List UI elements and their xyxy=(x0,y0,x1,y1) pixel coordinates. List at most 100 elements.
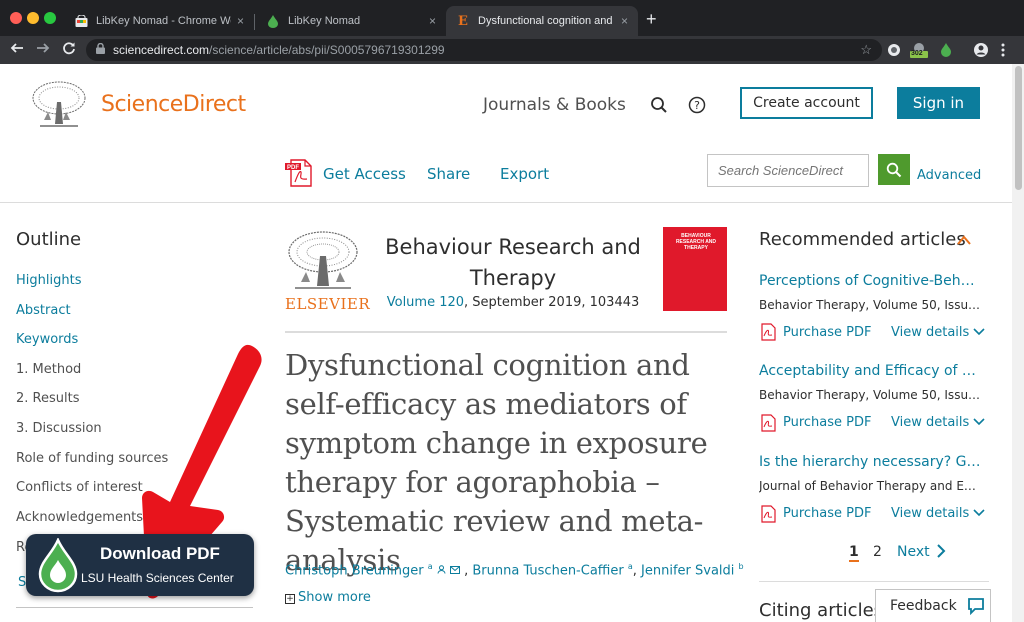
outline-item-results[interactable]: 2. Results xyxy=(16,391,79,406)
address-bar[interactable]: sciencedirect.com /science/article/abs/p… xyxy=(86,39,882,61)
libkey-extension-icon[interactable] xyxy=(938,42,954,58)
browser-menu-icon[interactable] xyxy=(1000,42,1008,58)
browser-tab-libkey-nomad[interactable]: LibKey Nomad × xyxy=(256,6,446,36)
browser-tab-sciencedirect-article[interactable]: E Dysfunctional cognition and sel × xyxy=(446,6,638,36)
view-details-link[interactable]: View details xyxy=(891,325,986,340)
elsevier-tree-logo-icon[interactable] xyxy=(30,80,88,130)
outline-item-method[interactable]: 1. Method xyxy=(16,362,81,377)
outline-item-discussion[interactable]: 3. Discussion xyxy=(16,421,102,436)
citing-articles-heading[interactable]: Citing articles xyxy=(759,600,883,621)
close-tab-icon[interactable]: × xyxy=(621,14,628,28)
recommended-article-link[interactable]: Acceptability and Efficacy of Gr... xyxy=(759,363,981,379)
email-icon[interactable] xyxy=(449,563,464,578)
author-link[interactable]: Christoph Breuninger xyxy=(285,563,424,578)
journal-cover-image[interactable]: BEHAVIOUR RESEARCH AND THERAPY xyxy=(663,227,727,311)
pagination-page-1[interactable]: 1 xyxy=(849,544,859,562)
search-submit-button[interactable] xyxy=(878,154,910,185)
close-tab-icon[interactable]: × xyxy=(237,14,244,28)
outline-item-keywords[interactable]: Keywords xyxy=(16,332,78,347)
profile-avatar-icon[interactable] xyxy=(973,42,989,58)
page-scrollbar[interactable] xyxy=(1012,64,1024,622)
svg-text:PDF: PDF xyxy=(287,165,299,171)
extension-badge-icon[interactable]: 302 xyxy=(909,42,929,58)
outline-divider xyxy=(16,607,253,608)
pdf-file-icon xyxy=(761,505,776,523)
export-link[interactable]: Export xyxy=(500,165,549,183)
article-title: Dysfunctional cognition and self-efficac… xyxy=(285,348,708,577)
volume-link[interactable]: Volume 120 xyxy=(387,295,464,310)
show-more-button[interactable]: + Show more xyxy=(285,590,371,605)
view-details-label: View details xyxy=(891,415,970,430)
url-host: sciencedirect.com xyxy=(113,43,210,57)
create-account-button[interactable]: Create account xyxy=(740,87,873,119)
sciencedirect-brand[interactable]: ScienceDirect xyxy=(101,92,246,117)
author-link[interactable]: Brunna Tuschen-Caffier xyxy=(472,563,623,578)
view-details-link[interactable]: View details xyxy=(891,506,986,521)
bookmark-star-icon[interactable]: ☆ xyxy=(860,42,872,58)
new-tab-button[interactable]: + xyxy=(646,9,657,30)
tab-title: LibKey Nomad - Chrome Web S xyxy=(96,15,231,27)
view-details-link[interactable]: View details xyxy=(891,415,986,430)
minimize-window-button[interactable] xyxy=(27,12,39,24)
browser-toolbar: sciencedirect.com /science/article/abs/p… xyxy=(0,36,1024,64)
pagination-next-button[interactable]: Next xyxy=(897,544,946,560)
maximize-window-button[interactable] xyxy=(44,12,56,24)
author-link[interactable]: Jennifer Svaldi xyxy=(641,563,734,578)
person-icon[interactable] xyxy=(437,563,450,578)
search-icon[interactable] xyxy=(650,96,668,114)
outline-item-highlights[interactable]: Highlights xyxy=(16,273,81,288)
purchase-pdf-link[interactable]: Purchase PDF xyxy=(783,415,872,430)
advanced-search-link[interactable]: Advanced xyxy=(917,168,981,183)
pdf-file-icon: PDF xyxy=(285,159,312,187)
journal-title-link[interactable]: Behaviour Research and Therapy xyxy=(378,232,648,294)
search-input[interactable] xyxy=(718,163,868,178)
author-affiliation[interactable]: a xyxy=(428,562,433,571)
forward-arrow-icon[interactable] xyxy=(36,41,50,60)
journals-books-link[interactable]: Journals & Books xyxy=(483,95,626,115)
tab-title: LibKey Nomad xyxy=(288,15,361,27)
outline-item-abstract[interactable]: Abstract xyxy=(16,303,71,318)
download-pdf-label: Download PDF xyxy=(100,544,220,563)
tab-separator xyxy=(254,14,255,30)
feedback-button[interactable]: Feedback xyxy=(875,589,991,622)
elsevier-tree-logo-icon[interactable] xyxy=(285,228,361,290)
view-details-label: View details xyxy=(891,506,970,521)
purchase-pdf-link[interactable]: Purchase PDF xyxy=(783,506,872,521)
help-icon[interactable]: ? xyxy=(688,96,706,114)
chevron-up-icon[interactable] xyxy=(956,234,972,246)
reload-icon[interactable] xyxy=(62,41,76,60)
chevron-down-icon xyxy=(973,328,986,336)
elsevier-wordmark: ELSEVIER xyxy=(285,295,371,313)
sign-in-button[interactable]: Sign in xyxy=(897,87,980,119)
share-link[interactable]: Share xyxy=(427,165,470,183)
libkey-download-pdf-button[interactable]: Download PDF LSU Health Sciences Center xyxy=(26,534,254,596)
search-field[interactable] xyxy=(707,154,869,187)
institution-label: LSU Health Sciences Center xyxy=(81,571,234,585)
recommended-article-link[interactable]: Is the hierarchy necessary? Gra... xyxy=(759,454,981,470)
outline-item-conflicts[interactable]: Conflicts of interest xyxy=(16,480,143,495)
outline-heading: Outline xyxy=(16,229,82,250)
tab-title: Dysfunctional cognition and sel xyxy=(478,15,615,27)
libkey-drop-icon xyxy=(38,538,78,593)
close-tab-icon[interactable]: × xyxy=(429,14,436,28)
scrollbar-thumb[interactable] xyxy=(1015,66,1022,190)
pdf-file-icon xyxy=(761,323,776,341)
recommended-article-link[interactable]: Perceptions of Cognitive-Behav... xyxy=(759,273,981,289)
extension-circle-icon[interactable] xyxy=(886,42,902,58)
purchase-pdf-link[interactable]: Purchase PDF xyxy=(783,325,872,340)
view-details-label: View details xyxy=(891,325,970,340)
outline-item-acknowledgements[interactable]: Acknowledgements xyxy=(16,510,143,525)
url-path: /science/article/abs/pii/S00057967193012… xyxy=(209,43,445,57)
pagination-page-2[interactable]: 2 xyxy=(873,544,882,560)
get-access-link[interactable]: Get Access xyxy=(323,165,406,183)
close-window-button[interactable] xyxy=(10,12,22,24)
chevron-right-icon xyxy=(937,544,946,558)
recommended-articles-heading: Recommended articles xyxy=(759,229,966,250)
recommended-divider xyxy=(759,581,989,582)
pagination-next-label: Next xyxy=(897,544,930,560)
author-affiliation[interactable]: b xyxy=(739,562,744,571)
search-icon xyxy=(886,162,902,177)
libkey-drop-icon xyxy=(266,14,280,28)
browser-tab-chrome-web-store[interactable]: LibKey Nomad - Chrome Web S × xyxy=(64,6,254,36)
back-arrow-icon[interactable] xyxy=(10,41,24,60)
